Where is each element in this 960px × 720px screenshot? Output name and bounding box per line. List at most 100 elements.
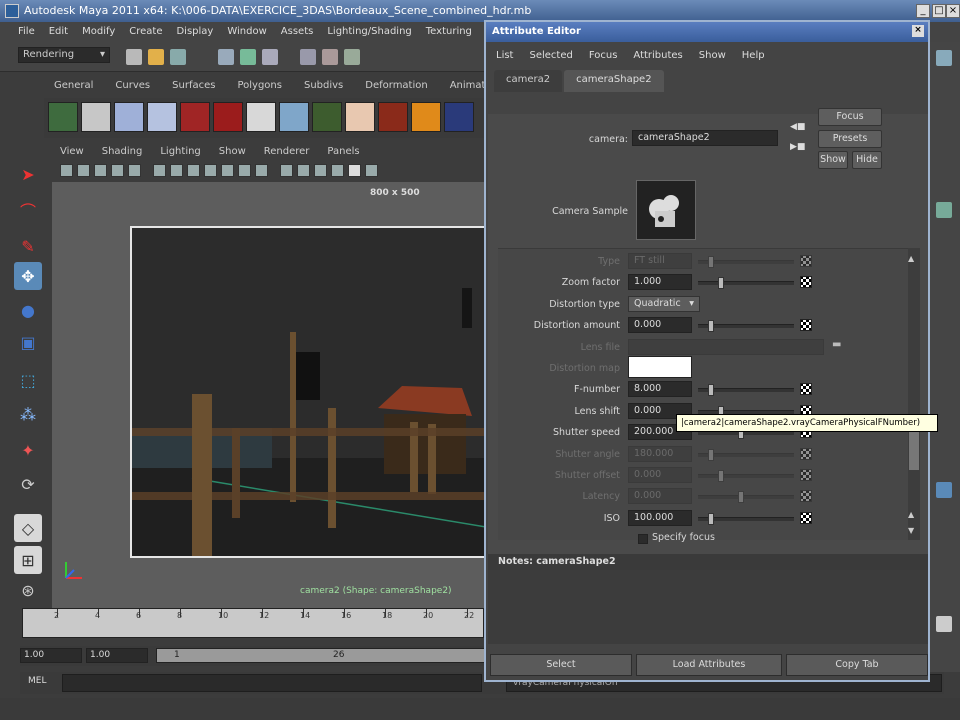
ae-menu-attributes[interactable]: Attributes <box>633 50 682 62</box>
zoom-factor-map-button-icon[interactable] <box>800 276 812 289</box>
attribute-editor-title-bar[interactable]: Attribute Editor × <box>486 22 928 42</box>
lasso-tool-icon[interactable]: ⌒ <box>14 196 42 224</box>
shadows-icon[interactable] <box>348 164 361 177</box>
ae-menu-list[interactable]: List <box>496 50 513 62</box>
open-scene-icon[interactable] <box>148 49 164 65</box>
shelf-icon-fire[interactable] <box>411 102 441 132</box>
textured-icon[interactable] <box>314 164 327 177</box>
distortion-map-swatch[interactable] <box>628 356 692 378</box>
start-time-field[interactable]: 1.00 <box>20 648 82 663</box>
hide-button[interactable]: Hide <box>852 151 882 169</box>
grid-toggle-icon[interactable] <box>153 164 166 177</box>
type-slider-thumb[interactable] <box>708 256 714 268</box>
gate-mask-icon[interactable] <box>204 164 217 177</box>
panel-menu-lighting[interactable]: Lighting <box>160 146 200 162</box>
channel-box-icon[interactable] <box>936 50 952 66</box>
menu-edit[interactable]: Edit <box>49 26 68 38</box>
ae-menu-help[interactable]: Help <box>742 50 765 62</box>
panel-menu-renderer[interactable]: Renderer <box>264 146 310 162</box>
lights-icon[interactable] <box>331 164 344 177</box>
scroll-down-icon[interactable]: ▲ <box>908 510 914 519</box>
menu-modify[interactable]: Modify <box>82 26 115 38</box>
camera-select-icon[interactable] <box>60 164 73 177</box>
shutter-angle-slider-thumb[interactable] <box>708 448 714 461</box>
f-number-slider[interactable] <box>698 384 794 397</box>
shelf-icon-grass[interactable] <box>279 102 309 132</box>
shutter-offset-slider-thumb[interactable] <box>718 470 724 482</box>
iso-slider[interactable] <box>698 512 794 525</box>
close-icon[interactable]: × <box>946 4 960 18</box>
zoom-factor-slider-thumb[interactable] <box>718 277 724 290</box>
shelf-icon-hand[interactable] <box>345 102 375 132</box>
focus-button[interactable]: Focus <box>818 108 882 126</box>
image-plane-icon[interactable] <box>111 164 124 177</box>
shelf-icon-plants[interactable] <box>312 102 342 132</box>
panel-menu-show[interactable]: Show <box>219 146 246 162</box>
playback-start-field[interactable]: 1.00 <box>86 648 148 663</box>
xray-icon[interactable] <box>365 164 378 177</box>
distortion-type-dropdown[interactable]: Quadratic ▾ <box>628 295 700 312</box>
scroll-down-icon-2[interactable]: ▼ <box>908 526 914 535</box>
latency-field[interactable]: 0.000 <box>628 488 692 505</box>
distortion-amount-map-button-icon[interactable] <box>800 319 812 332</box>
shelf-icon-red-brush[interactable] <box>180 102 210 132</box>
type-slider[interactable] <box>698 256 794 268</box>
film-gate-icon[interactable] <box>170 164 183 177</box>
latency-slider[interactable] <box>698 491 794 504</box>
show-button[interactable]: Show <box>818 151 848 169</box>
rotate-tool-icon[interactable]: ● <box>14 296 42 324</box>
menu-lighting-shading[interactable]: Lighting/Shading <box>327 26 411 38</box>
load-attributes-button[interactable]: Load Attributes <box>636 654 782 676</box>
two-d-pan-icon[interactable] <box>128 164 141 177</box>
single-view-layout-icon[interactable]: ◇ <box>14 514 42 542</box>
menu-display[interactable]: Display <box>176 26 213 38</box>
shelf-icon-hair[interactable] <box>378 102 408 132</box>
panel-menu-panels[interactable]: Panels <box>327 146 359 162</box>
scale-tool-icon[interactable]: ▣ <box>14 328 42 356</box>
outliner-layout-icon[interactable]: ⊛ <box>14 576 42 604</box>
distortion-amount-slider[interactable] <box>698 320 794 333</box>
go-to-output-icon[interactable]: ▶■ <box>790 142 805 152</box>
command-language-label[interactable]: MEL <box>28 676 46 686</box>
notes-text-area[interactable] <box>488 570 928 644</box>
panel-menu-shading[interactable]: Shading <box>102 146 143 162</box>
time-slider[interactable]: 2 4 6 8 10 12 14 16 18 20 22 <box>22 608 484 638</box>
paint-select-tool-icon[interactable]: ✎ <box>14 232 42 260</box>
bookmarks-icon[interactable] <box>94 164 107 177</box>
maximize-icon[interactable]: □ <box>932 4 946 18</box>
menu-set-dropdown[interactable]: Rendering ▾ <box>18 47 110 63</box>
snap-curve-icon[interactable] <box>322 49 338 65</box>
close-icon[interactable]: × <box>912 25 924 37</box>
zoom-factor-field[interactable]: 1.000 <box>628 274 692 291</box>
ae-menu-selected[interactable]: Selected <box>529 50 572 62</box>
new-scene-icon[interactable] <box>126 49 142 65</box>
shutter-angle-map-button-icon[interactable] <box>800 447 812 460</box>
panel-menu-view[interactable]: View <box>60 146 84 162</box>
shelf-tab-polygons[interactable]: Polygons <box>237 80 282 96</box>
distortion-amount-field[interactable]: 0.000 <box>628 317 692 334</box>
minimize-icon[interactable]: _ <box>916 4 930 18</box>
shutter-offset-field[interactable]: 0.000 <box>628 467 692 483</box>
select-tool-icon[interactable]: ➤ <box>14 160 42 188</box>
shelf-tab-subdivs[interactable]: Subdivs <box>304 80 343 96</box>
range-slider[interactable]: 1 26 <box>156 648 486 663</box>
tab-camera2[interactable]: camera2 <box>494 70 563 92</box>
menu-texturing[interactable]: Texturing <box>426 26 472 38</box>
zoom-factor-slider[interactable] <box>698 277 794 290</box>
layer-icon[interactable] <box>936 482 952 498</box>
iso-field[interactable]: 100.000 <box>628 509 692 526</box>
attribute-scrollbar[interactable]: ▲ ▲ ▼ <box>908 248 920 540</box>
shelf-tab-deformation[interactable]: Deformation <box>365 80 427 96</box>
shutter-offset-slider[interactable] <box>698 470 794 482</box>
snap-point-icon[interactable] <box>344 49 360 65</box>
f-number-field[interactable]: 8.000 <box>628 381 692 398</box>
scroll-up-icon[interactable]: ▲ <box>908 254 914 263</box>
presets-button[interactable]: Presets <box>818 130 882 148</box>
shelf-tab-surfaces[interactable]: Surfaces <box>172 80 215 96</box>
ae-menu-focus[interactable]: Focus <box>589 50 618 62</box>
shelf-icon-lightning[interactable] <box>444 102 474 132</box>
wireframe-icon[interactable] <box>280 164 293 177</box>
menu-file[interactable]: File <box>18 26 35 38</box>
smooth-shade-icon[interactable] <box>297 164 310 177</box>
snap-grid-icon[interactable] <box>300 49 316 65</box>
